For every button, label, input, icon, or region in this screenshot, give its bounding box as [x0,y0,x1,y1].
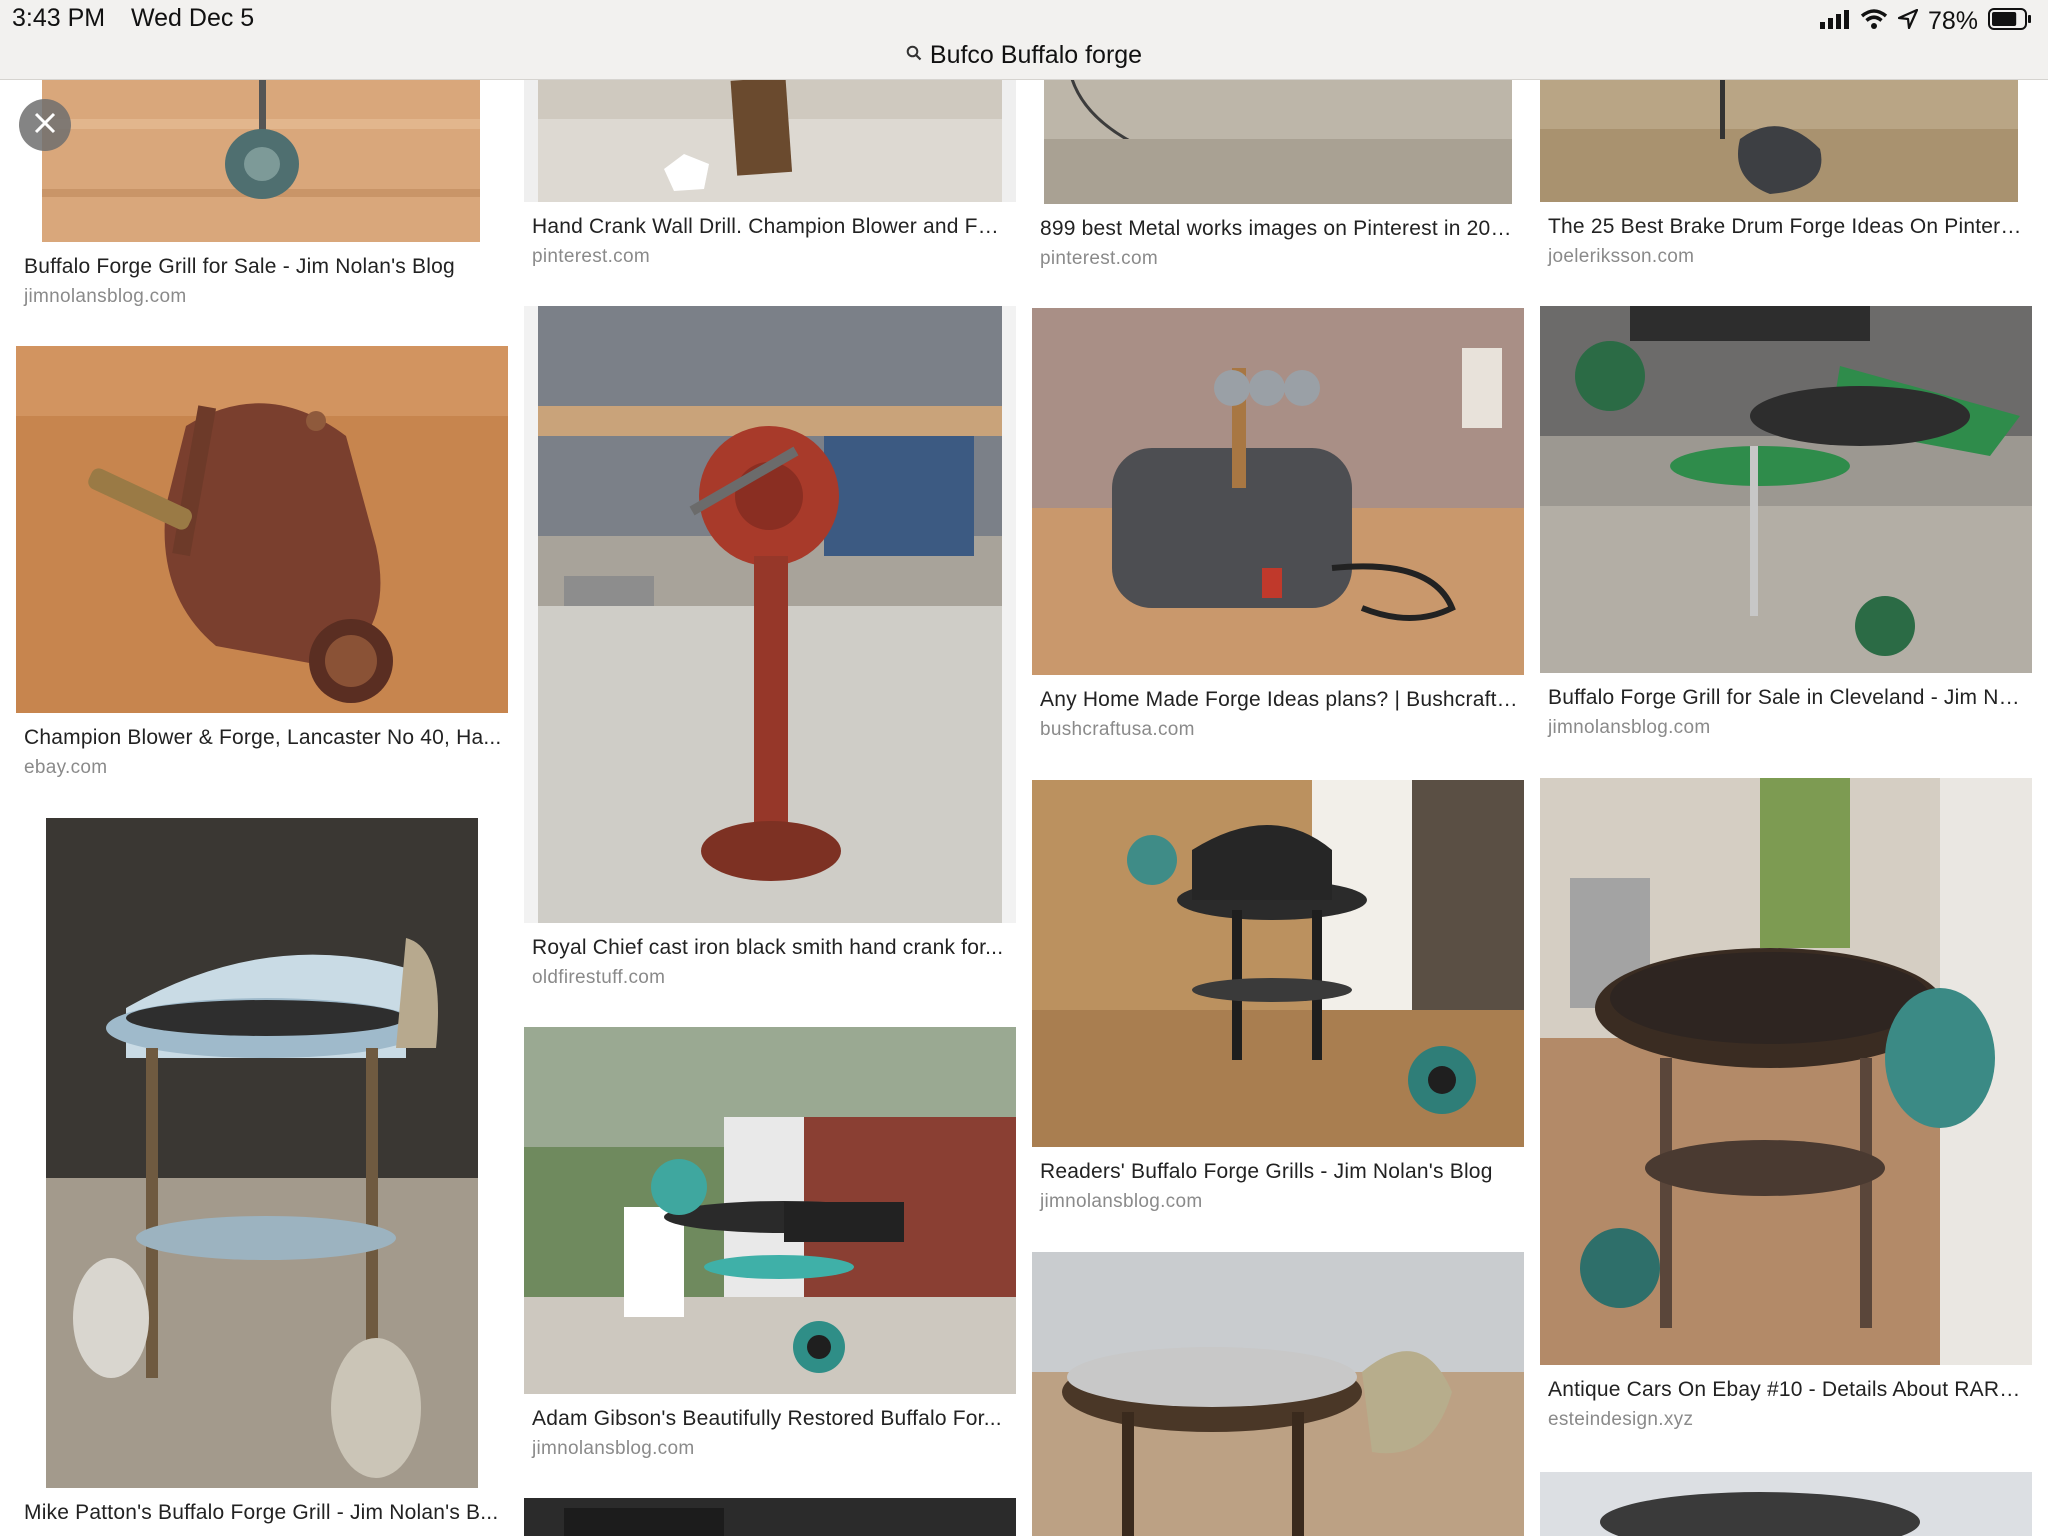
result-thumbnail[interactable] [1032,308,1524,675]
result-title[interactable]: The 25 Best Brake Drum Forge Ideas On Pi… [1548,215,2026,239]
result-title[interactable]: Adam Gibson's Beautifully Restored Buffa… [532,1407,1010,1431]
wifi-icon [1860,8,1888,35]
status-icons: 78% [1819,4,2032,38]
result-thumbnail[interactable] [1540,1472,2032,1536]
result-title[interactable]: 899 best Metal works images on Pinterest… [1040,217,1518,241]
result-card[interactable]: Adam Gibson's Beautifully Restored Buffa… [524,1027,1016,1487]
result-title[interactable]: Buffalo Forge Grill for Sale in Clevelan… [1548,686,2026,710]
result-thumbnail[interactable] [16,346,508,713]
result-card[interactable]: Readers' Buffalo Forge Grills - Jim Nola… [1032,780,1524,1260]
result-source[interactable]: oldfirestuff.com [532,967,665,989]
close-button[interactable] [19,99,71,151]
result-title[interactable]: Buffalo Forge Grill for Sale - Jim Nolan… [24,255,502,279]
result-thumbnail[interactable] [524,79,1016,202]
result-card[interactable]: Royal Chief cast iron black smith hand c… [524,306,1016,988]
result-card[interactable]: Hand Crank Wall Drill. Champion Blower a… [524,79,1016,279]
search-icon [906,45,922,66]
result-thumbnail[interactable] [1032,780,1524,1147]
result-card[interactable]: Any Home Made Forge Ideas plans? | Bushc… [1032,308,1524,788]
result-card[interactable] [1540,1472,2032,1536]
result-title[interactable]: Mike Patton's Buffalo Forge Grill - Jim … [24,1501,502,1525]
result-card[interactable]: 899 best Metal works images on Pinterest… [1032,79,1524,279]
result-thumbnail[interactable] [524,306,1016,923]
result-thumbnail[interactable] [16,818,508,1488]
result-source[interactable]: ebay.com [24,757,107,779]
location-arrow-icon [1897,8,1919,34]
result-source[interactable]: bushcraftusa.com [1040,719,1195,741]
search-query[interactable]: Bufco Buffalo forge [930,41,1142,70]
result-source[interactable]: jimnolansblog.com [1548,717,1710,739]
result-card[interactable]: Champion Blower & Forge, Lancaster No 40… [16,346,508,796]
result-source[interactable]: jimnolansblog.com [1040,1191,1202,1213]
result-card[interactable]: Antique Cars On Ebay #10 - Details About… [1540,778,2032,1430]
result-card[interactable]: Buffalo Forge Grill for Sale - Jim Nolan… [16,79,508,319]
result-card[interactable]: Buffalo Forge Grill for Sale in Clevelan… [1540,306,2032,786]
battery-icon [1988,7,2032,35]
result-title[interactable]: Champion Blower & Forge, Lancaster No 40… [24,726,502,750]
status-date: Wed Dec 5 [131,4,255,32]
result-card[interactable]: The 25 Best Brake Drum Forge Ideas On Pi… [1540,79,2032,279]
result-source[interactable]: esteindesign.xyz [1548,1409,1693,1431]
result-thumbnail[interactable] [1032,1252,1524,1536]
result-source[interactable]: jimnolansblog.com [532,1438,694,1460]
image-results-grid: Buffalo Forge Grill for Sale - Jim Nolan… [0,79,2048,1536]
result-source[interactable]: jimnolansblog.com [24,286,186,308]
result-thumbnail[interactable] [524,1027,1016,1394]
result-source[interactable]: pinterest.com [532,246,650,268]
result-thumbnail[interactable] [1540,79,2032,202]
result-title[interactable]: Antique Cars On Ebay #10 - Details About… [1548,1378,2026,1402]
cellular-signal-icon [1819,9,1850,34]
result-thumbnail[interactable] [524,1498,1016,1536]
result-thumbnail[interactable] [1540,778,2032,1365]
result-source[interactable]: joeleriksson.com [1548,246,1694,268]
result-title[interactable]: Readers' Buffalo Forge Grills - Jim Nola… [1040,1160,1518,1184]
status-time: 3:43 PM [12,4,106,32]
close-icon [33,111,57,140]
result-title[interactable]: Hand Crank Wall Drill. Champion Blower a… [532,215,1010,239]
search-bar[interactable]: Bufco Buffalo forge [0,38,2048,72]
result-card[interactable]: Mike Patton's Buffalo Forge Grill - Jim … [16,818,508,1536]
top-bar: 3:43 PM Wed Dec 5 78% Bufco Buffalo forg… [0,0,2048,80]
battery-percentage: 78% [1927,6,1978,35]
result-thumbnail[interactable] [16,79,508,242]
result-card[interactable] [1032,1252,1524,1536]
result-thumbnail[interactable] [1032,79,1524,204]
result-title[interactable]: Royal Chief cast iron black smith hand c… [532,936,1010,960]
result-title[interactable]: Any Home Made Forge Ideas plans? | Bushc… [1040,688,1518,712]
result-source[interactable]: pinterest.com [1040,248,1158,270]
result-thumbnail[interactable] [1540,306,2032,673]
result-card[interactable] [524,1498,1016,1536]
